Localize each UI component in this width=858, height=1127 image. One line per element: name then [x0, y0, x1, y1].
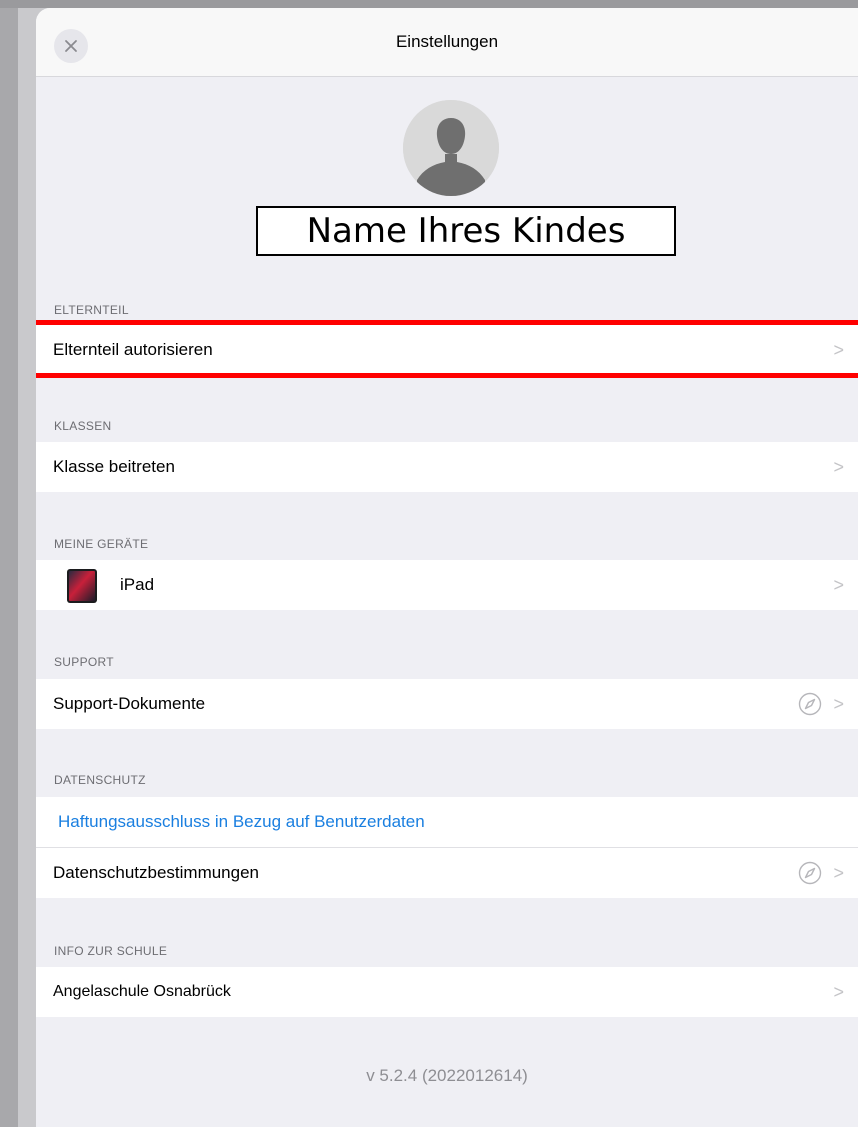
chevron-right-icon: >: [833, 694, 844, 714]
row-label: Support-Dokumente: [53, 694, 206, 713]
person-silhouette-icon: [403, 100, 499, 196]
section-header-elternteil: ELTERNTEIL: [54, 303, 129, 317]
section-header-meine-geraete: MEINE GERÄTE: [54, 537, 149, 551]
navigation-bar: Einstellungen: [36, 8, 858, 77]
highlight-annotation: [36, 320, 858, 378]
row-label: iPad: [120, 575, 155, 594]
row-device-ipad[interactable]: iPad >: [36, 560, 858, 610]
chevron-right-icon: >: [833, 982, 844, 1002]
child-name-label: Name Ihres Kindes: [256, 206, 676, 256]
row-school-info[interactable]: Angelaschule Osnabrück >: [36, 967, 858, 1017]
section-header-info-zur-schule: INFO ZUR SCHULE: [54, 944, 168, 958]
page-title: Einstellungen: [395, 32, 499, 51]
row-datenschutzbestimmungen[interactable]: Datenschutzbestimmungen >: [36, 848, 858, 898]
background-top-edge: [0, 0, 858, 8]
background-edge: [0, 0, 18, 1127]
chevron-right-icon: >: [833, 575, 844, 595]
disclaimer-link[interactable]: Haftungsausschluss in Bezug auf Benutzer…: [58, 797, 425, 847]
chevron-right-icon: >: [833, 863, 844, 883]
avatar[interactable]: [403, 100, 499, 196]
row-klasse-beitreten[interactable]: Klasse beitreten >: [36, 442, 858, 492]
ipad-icon: [67, 569, 97, 603]
section-header-datenschutz: DATENSCHUTZ: [54, 773, 146, 787]
compass-icon: [798, 861, 822, 885]
row-haftungsausschluss-link[interactable]: Haftungsausschluss in Bezug auf Benutzer…: [36, 797, 858, 847]
app-version: v 5.2.4 (2022012614): [366, 1066, 528, 1085]
row-support-dokumente[interactable]: Support-Dokumente >: [36, 679, 858, 729]
section-header-klassen: KLASSEN: [54, 419, 112, 433]
row-label: Datenschutzbestimmungen: [53, 863, 260, 882]
chevron-right-icon: >: [833, 457, 844, 477]
row-label: Angelaschule Osnabrück: [53, 983, 231, 1000]
settings-sheet: Einstellungen Name Ihres Kindes ELTERNTE…: [36, 8, 858, 1127]
compass-icon: [798, 692, 822, 716]
row-label: Klasse beitreten: [53, 457, 175, 476]
section-header-support: SUPPORT: [54, 655, 114, 669]
